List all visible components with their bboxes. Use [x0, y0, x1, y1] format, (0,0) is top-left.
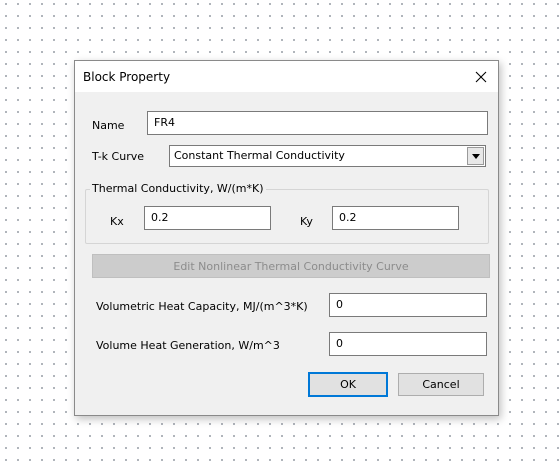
kx-label: Kx — [110, 215, 124, 228]
close-icon — [475, 71, 487, 82]
dialog-titlebar[interactable]: Block Property — [75, 61, 498, 92]
volume-heat-generation-input[interactable]: 0 — [329, 332, 487, 356]
name-label: Name — [92, 119, 125, 132]
volumetric-heat-capacity-label: Volumetric Heat Capacity, MJ/(m^3*K) — [96, 300, 308, 313]
ky-input[interactable]: 0.2 — [332, 206, 459, 230]
ok-button[interactable]: OK — [308, 372, 388, 397]
thermal-conductivity-group-label: Thermal Conductivity, W/(m*K) — [90, 182, 266, 195]
kx-input[interactable]: 0.2 — [144, 206, 271, 230]
cancel-button[interactable]: Cancel — [398, 373, 484, 396]
volume-heat-generation-label: Volume Heat Generation, W/m^3 — [96, 339, 280, 352]
tk-curve-selected-value: Constant Thermal Conductivity — [174, 149, 345, 162]
ky-label: Ky — [300, 215, 313, 228]
volumetric-heat-capacity-input[interactable]: 0 — [329, 293, 487, 317]
name-input[interactable]: FR4 — [147, 111, 488, 135]
dialog-title: Block Property — [83, 70, 171, 84]
dropdown-button[interactable] — [467, 147, 484, 165]
edit-nonlinear-curve-button[interactable]: Edit Nonlinear Thermal Conductivity Curv… — [92, 254, 490, 278]
tk-curve-label: T-k Curve — [92, 150, 144, 163]
close-button[interactable] — [464, 61, 498, 92]
tk-curve-dropdown[interactable]: Constant Thermal Conductivity — [169, 145, 486, 167]
chevron-down-icon — [471, 153, 480, 159]
block-property-dialog: Block Property Name FR4 T-k Curve Consta… — [74, 60, 499, 416]
